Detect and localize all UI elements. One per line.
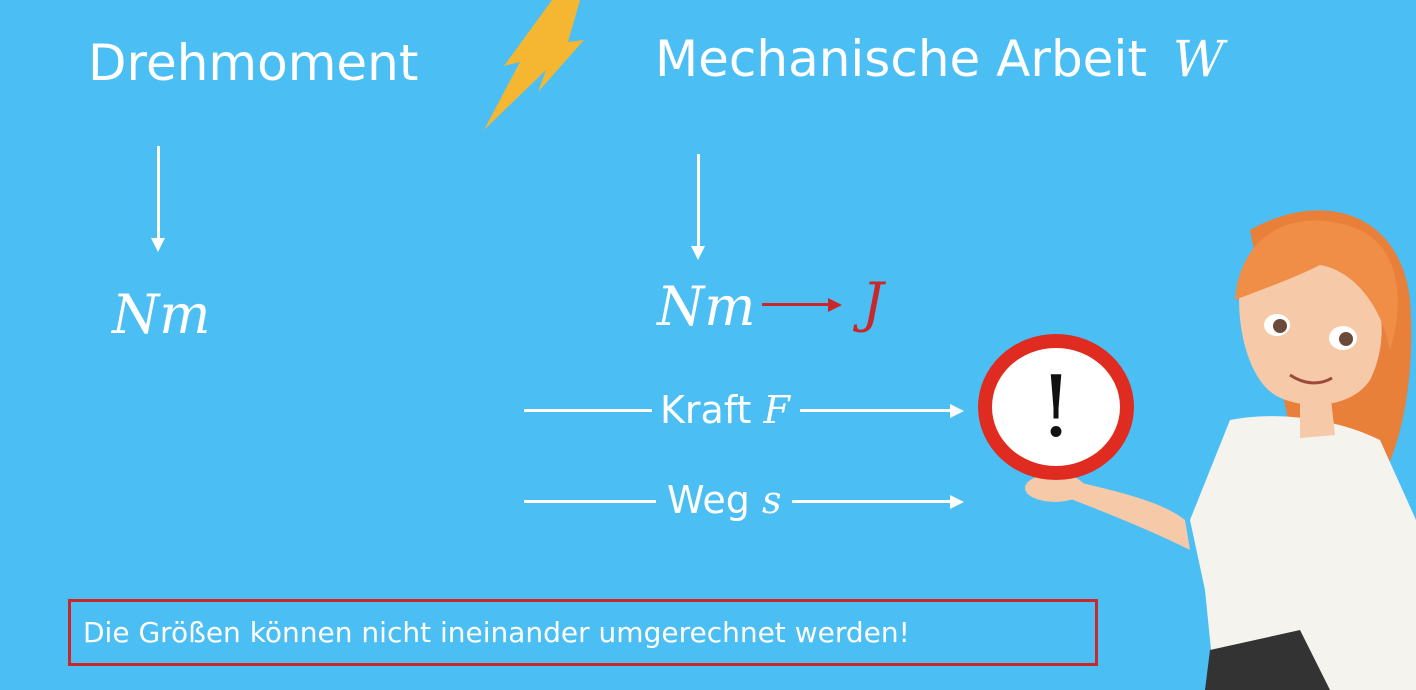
torque-title: Drehmoment	[88, 34, 419, 92]
lightning-icon	[484, 0, 584, 130]
force-line-left	[524, 409, 652, 412]
work-symbol: W	[1172, 30, 1225, 88]
notice-box: Die Größen können nicht ineinander umger…	[68, 599, 1098, 666]
force-symbol: F	[763, 388, 790, 432]
distance-label: Weg s	[667, 481, 781, 519]
distance-label-text: Weg	[667, 478, 750, 522]
joule-unit: J	[862, 271, 884, 334]
work-unit: Nm	[657, 275, 756, 338]
force-arrow-head	[950, 404, 964, 418]
warning-sign-text: !	[1039, 358, 1073, 456]
work-arrow-line	[697, 154, 700, 246]
work-arrow-head	[691, 246, 705, 260]
torque-unit: Nm	[112, 283, 211, 346]
torque-arrow-line	[157, 146, 160, 238]
conversion-arrow	[762, 298, 842, 312]
force-label-text: Kraft	[660, 388, 752, 432]
force-label: Kraft F	[660, 391, 790, 429]
notice-text: Die Größen können nicht ineinander umger…	[83, 615, 910, 649]
distance-line-right	[792, 500, 950, 503]
work-title-text: Mechanische Arbeit	[655, 30, 1147, 88]
distance-line-left	[524, 500, 656, 503]
warning-sign-icon: !	[978, 334, 1134, 480]
distance-symbol: s	[761, 478, 782, 522]
force-line-right	[800, 409, 950, 412]
work-title: Mechanische Arbeit W	[655, 34, 1224, 84]
torque-arrow-head	[151, 238, 165, 252]
distance-arrow-head	[950, 495, 964, 509]
